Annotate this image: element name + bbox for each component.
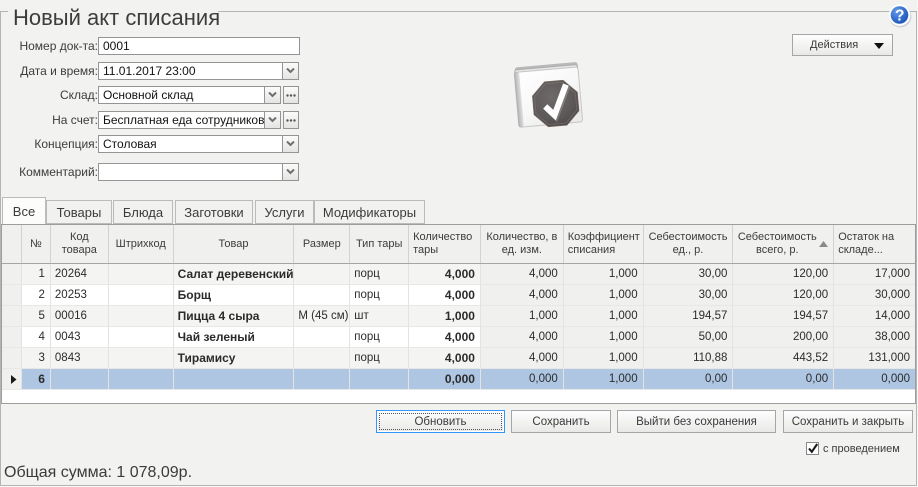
- svg-text:?: ?: [895, 8, 904, 25]
